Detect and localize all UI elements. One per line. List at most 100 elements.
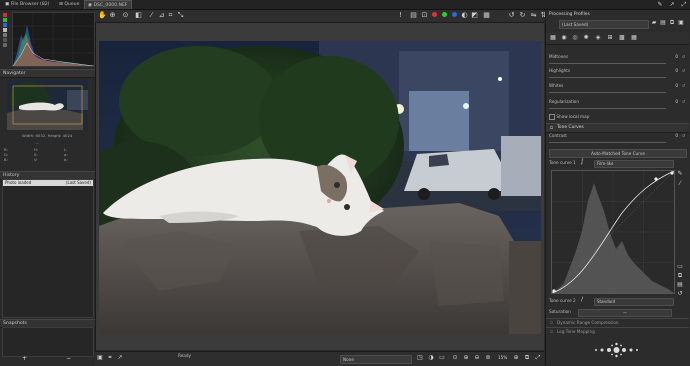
rotate-left-icon[interactable]: ↺ xyxy=(507,11,516,20)
copy-curve-icon[interactable]: ⧉ xyxy=(676,272,684,280)
copy-icon[interactable]: ⧉ xyxy=(668,19,676,27)
navigator-header[interactable]: Navigator xyxy=(0,69,95,78)
favorites-icon[interactable]: ▦ xyxy=(549,34,557,42)
preview-icon[interactable]: ▣ xyxy=(96,354,104,362)
link-icon[interactable]: ⚭ xyxy=(106,354,114,362)
navigator-thumbnail[interactable] xyxy=(7,80,88,130)
zoom-icon[interactable]: ⊕ xyxy=(108,11,117,20)
contrast-slider[interactable]: Contrast 0 ↺ xyxy=(549,133,686,145)
luminance-button[interactable] xyxy=(3,28,7,32)
history-row[interactable]: Photo loaded (Last Saved) xyxy=(3,180,93,186)
crop-icon[interactable]: ⌗ xyxy=(166,11,175,20)
warning-icon[interactable]: ! xyxy=(396,11,405,20)
raw-tab-icon[interactable]: ▩ xyxy=(618,34,626,42)
red-channel-icon[interactable] xyxy=(430,11,439,20)
log-tone-mapping-section[interactable]: ⏻ Log Tone Mapping xyxy=(546,327,689,337)
tone-curve-1-mode-select[interactable]: Film-like xyxy=(594,160,674,168)
chroma-button[interactable] xyxy=(3,33,7,37)
metadata-icon[interactable]: ▦ xyxy=(630,34,638,42)
expand-icon[interactable]: ⤢ xyxy=(680,1,688,9)
green-channel-button[interactable] xyxy=(3,18,7,22)
red-channel-button[interactable] xyxy=(3,13,7,17)
whites-slider[interactable]: Whites 0 ↺ xyxy=(549,83,686,95)
reset-icon[interactable]: ↺ xyxy=(681,54,686,59)
transform-icon[interactable]: ⤡ xyxy=(176,11,185,20)
profile-select[interactable]: (Last Saved) xyxy=(559,20,649,29)
blue-channel-button[interactable] xyxy=(3,23,7,27)
tone-curves-header[interactable]: ⏻ Tone Curves xyxy=(546,123,689,133)
rotate-right-icon[interactable]: ↻ xyxy=(518,11,527,20)
exposure-icon[interactable]: ◉ xyxy=(560,34,568,42)
straighten-icon[interactable]: ⊿ xyxy=(157,11,166,20)
photo-preview[interactable] xyxy=(99,41,541,334)
slider-track[interactable] xyxy=(549,92,666,93)
arrow-icon[interactable]: ↗ xyxy=(668,1,676,9)
luminosity-icon[interactable]: ◐ xyxy=(460,11,469,20)
advanced-icon[interactable]: ◈ xyxy=(594,34,602,42)
before-after-icon[interactable]: ◧ xyxy=(134,11,143,20)
regularization-slider[interactable]: Regularization 0 ↺ xyxy=(549,99,686,111)
reset-icon[interactable]: ↺ xyxy=(681,83,686,88)
tone-curve-2-mode-select[interactable]: Standard xyxy=(594,298,674,306)
power-icon[interactable]: ⏻ xyxy=(550,320,553,325)
new-window-icon[interactable]: ⧉ xyxy=(523,354,531,362)
transform-tab-icon[interactable]: ⊞ xyxy=(606,34,614,42)
reset-icon[interactable]: ↺ xyxy=(681,133,686,138)
open-folder-icon[interactable]: ▰ xyxy=(650,19,658,27)
zoom-100-icon[interactable]: ⊚ xyxy=(484,354,492,362)
remove-snapshot-button[interactable]: − xyxy=(66,355,71,362)
zoom-fit-crop-icon[interactable]: ⊕ xyxy=(512,354,520,362)
slider-track[interactable] xyxy=(549,142,666,143)
curve-type-icon[interactable]: ∫ xyxy=(578,158,586,166)
slider-track[interactable] xyxy=(549,77,666,78)
monitor-icon[interactable]: ▭ xyxy=(438,354,446,362)
detail-icon[interactable]: ◎ xyxy=(571,34,579,42)
tone-curve-editor[interactable] xyxy=(551,170,675,294)
tab-queue[interactable]: ⊞ Queue xyxy=(56,0,82,9)
saturation-select[interactable]: — xyxy=(578,309,672,317)
checkbox-box[interactable] xyxy=(549,114,555,120)
pencil-icon[interactable]: ✎ xyxy=(656,1,664,9)
spot-icon[interactable]: ⊙ xyxy=(121,11,130,20)
reset-icon[interactable]: ↺ xyxy=(681,68,686,73)
edit-node-icon[interactable]: ✎ xyxy=(676,170,684,178)
paste-icon[interactable]: ▣ xyxy=(677,19,685,27)
tab-file-browser[interactable]: ▣ File Browser (82) xyxy=(2,0,52,9)
split-icon[interactable]: ▦ xyxy=(482,11,491,20)
zoom-out-icon[interactable]: ⊖ xyxy=(473,354,481,362)
mask-icon[interactable]: ◩ xyxy=(470,11,479,20)
blue-channel-icon[interactable] xyxy=(450,11,459,20)
gamut-warning-icon[interactable]: ◳ xyxy=(416,354,424,362)
power-icon[interactable]: ⏻ xyxy=(550,329,553,334)
slider-track[interactable] xyxy=(549,108,666,109)
midtones-slider[interactable]: Midtones 0 ↺ xyxy=(549,54,686,66)
fullscreen-icon[interactable]: ⤢ xyxy=(534,354,542,362)
flip-horizontal-icon[interactable]: ⇋ xyxy=(529,11,538,20)
color-tab-icon[interactable]: ✺ xyxy=(582,34,590,42)
focus-icon[interactable]: ⊡ xyxy=(420,11,429,20)
save-curve-icon[interactable]: ▤ xyxy=(676,281,684,289)
add-snapshot-button[interactable]: + xyxy=(22,355,27,362)
power-icon[interactable]: ⏻ xyxy=(550,125,553,130)
green-channel-icon[interactable] xyxy=(440,11,449,20)
highlights-slider[interactable]: Highlights 0 ↺ xyxy=(549,68,686,80)
slider-track[interactable] xyxy=(549,63,666,64)
tab-editor[interactable]: ◉ DSC_0000.NEF xyxy=(84,0,132,9)
bar-button[interactable] xyxy=(3,43,7,47)
auto-matched-tone-curve-button[interactable]: Auto-Matched Tone Curve xyxy=(549,149,687,158)
picker-icon[interactable]: ⁄ xyxy=(147,11,156,20)
hand-icon[interactable]: ✋ xyxy=(98,11,107,20)
softproof-icon[interactable]: ◑ xyxy=(427,354,435,362)
output-profile-select[interactable]: None xyxy=(340,355,412,364)
color-icon[interactable]: ▤ xyxy=(409,11,418,20)
zoom-fit-icon[interactable]: ⊙ xyxy=(451,354,459,362)
save-icon[interactable]: ▤ xyxy=(659,19,667,27)
linear-icon[interactable]: ▭ xyxy=(676,263,684,271)
reset-curve-icon[interactable]: ↺ xyxy=(676,290,684,298)
show-local-map-checkbox[interactable]: Show local map xyxy=(549,114,589,120)
external-editor-icon[interactable]: ↗ xyxy=(116,354,124,362)
raw-histogram-button[interactable] xyxy=(3,38,7,42)
zoom-in-icon[interactable]: ⊕ xyxy=(462,354,470,362)
picker-icon[interactable]: ⁄ xyxy=(676,180,684,188)
curve-type-2-icon[interactable]: ∕ xyxy=(578,296,586,304)
